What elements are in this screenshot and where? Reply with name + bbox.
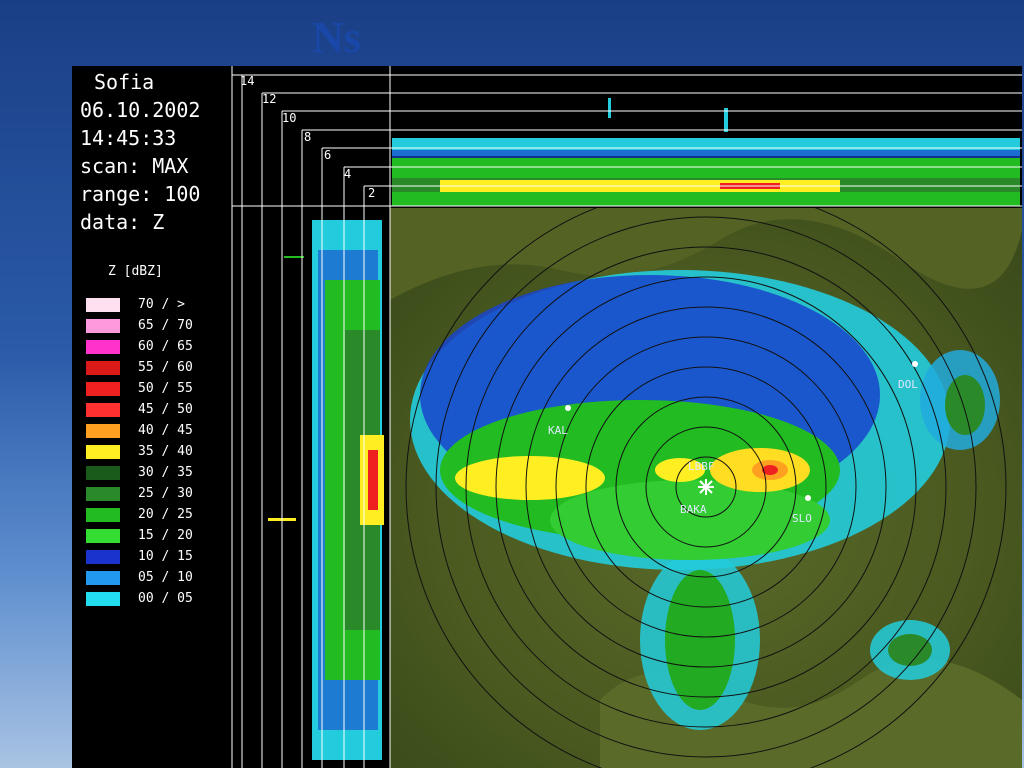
altitude-label: 6 (324, 148, 332, 162)
legend-swatch (86, 339, 120, 354)
site-label-lbbf: LBBF (688, 460, 715, 473)
legend-swatch (86, 465, 120, 480)
legend-row: 35 / 40 (86, 441, 226, 462)
legend-label: 35 / 40 (138, 444, 193, 459)
legend-swatch (86, 297, 120, 312)
legend-swatch (86, 507, 120, 522)
data-type: data: Z (80, 210, 165, 234)
legend-row: 60 / 65 (86, 336, 226, 357)
legend-swatch (86, 549, 120, 564)
legend-label: 40 / 45 (138, 423, 193, 438)
legend-row: 50 / 55 (86, 378, 226, 399)
legend-label: 50 / 55 (138, 381, 193, 396)
scan-type: scan: MAX (80, 154, 189, 178)
legend-row: 30 / 35 (86, 462, 226, 483)
legend-label: 00 / 05 (138, 591, 193, 606)
altitude-label: 2 (368, 186, 376, 200)
site-label-baka: BAKA (680, 503, 707, 516)
legend-swatch (86, 444, 120, 459)
legend-swatch (86, 591, 120, 606)
legend-swatch (86, 402, 120, 417)
legend-label: 30 / 35 (138, 465, 193, 480)
legend-row: 70 / > (86, 294, 226, 315)
altitude-label: 12 (262, 92, 277, 106)
site-label-dol: DOL (898, 378, 918, 391)
scan-date: 06.10.2002 (80, 98, 201, 122)
legend-label: 10 / 15 (138, 549, 193, 564)
legend-label: 65 / 70 (138, 318, 193, 333)
radar-center-icon (698, 479, 714, 495)
legend-swatch (86, 381, 120, 396)
legend-swatch (86, 486, 120, 501)
legend-label: 45 / 50 (138, 402, 193, 417)
altitude-label: 4 (344, 167, 352, 181)
legend-label: 55 / 60 (138, 360, 193, 375)
legend-row: 40 / 45 (86, 420, 226, 441)
legend-label: 25 / 30 (138, 486, 193, 501)
site-name: Sofia (94, 70, 155, 94)
legend-row: 00 / 05 (86, 588, 226, 609)
reflectivity-legend: 70 / > 65 / 70 60 / 65 55 / 60 50 / 55 45 / 5… (86, 294, 226, 609)
legend-row: 10 / 15 (86, 546, 226, 567)
legend-row: 25 / 30 (86, 483, 226, 504)
altitude-label: 10 (282, 111, 297, 125)
legend-row: 65 / 70 (86, 315, 226, 336)
legend-label: 15 / 20 (138, 528, 193, 543)
altitude-label: 14 (240, 74, 255, 88)
site-label-kal: KAL (548, 424, 568, 437)
legend-swatch (86, 570, 120, 585)
legend-row: 20 / 25 (86, 504, 226, 525)
legend-row: 45 / 50 (86, 399, 226, 420)
site-label-slo: SLO (792, 512, 812, 525)
legend-row: 05 / 10 (86, 567, 226, 588)
legend-label: 05 / 10 (138, 570, 193, 585)
legend-row: 15 / 20 (86, 525, 226, 546)
legend-label: 20 / 25 (138, 507, 193, 522)
legend-title: Z [dBZ] (108, 264, 163, 279)
scan-range: range: 100 (80, 182, 201, 206)
legend-label: 70 / > (138, 297, 185, 312)
radar-info: Sofia 06.10.2002 14:45:33 scan: MAX rang… (80, 68, 230, 236)
legend-swatch (86, 318, 120, 333)
legend-swatch (86, 360, 120, 375)
scan-time: 14:45:33 (80, 126, 177, 150)
legend-row: 55 / 60 (86, 357, 226, 378)
legend-label: 60 / 65 (138, 339, 193, 354)
legend-swatch (86, 528, 120, 543)
legend-swatch (86, 423, 120, 438)
altitude-label: 8 (304, 130, 312, 144)
